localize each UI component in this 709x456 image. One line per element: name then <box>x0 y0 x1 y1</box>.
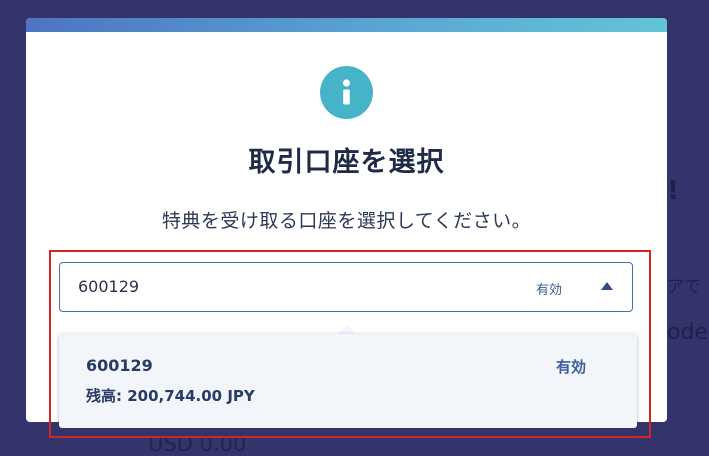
modal-accent-bar <box>26 18 667 32</box>
account-select-value: 600129 <box>78 277 140 296</box>
account-select[interactable]: 600129 有効 <box>59 262 633 312</box>
background-heading-fragment: ! <box>667 176 679 206</box>
background-text-fragment: アで <box>667 277 701 297</box>
option-status: 有効 <box>556 358 587 376</box>
background-code-fragment: ode <box>667 320 708 345</box>
account-dropdown: 600129 残高: 200,744.00 JPY 有効 <box>59 334 637 428</box>
info-icon <box>320 66 373 119</box>
modal-title: 取引口座を選択 <box>248 147 445 178</box>
dropdown-pointer <box>338 325 356 334</box>
caret-up-icon[interactable] <box>600 281 614 291</box>
option-account-number: 600129 <box>86 356 153 375</box>
modal-subtitle: 特典を受け取る口座を選択してください。 <box>161 210 532 232</box>
account-select-status: 有効 <box>536 283 563 298</box>
background-balance-fragment: USD 0.00 <box>148 432 247 456</box>
option-balance: 残高: 200,744.00 JPY <box>86 387 255 405</box>
